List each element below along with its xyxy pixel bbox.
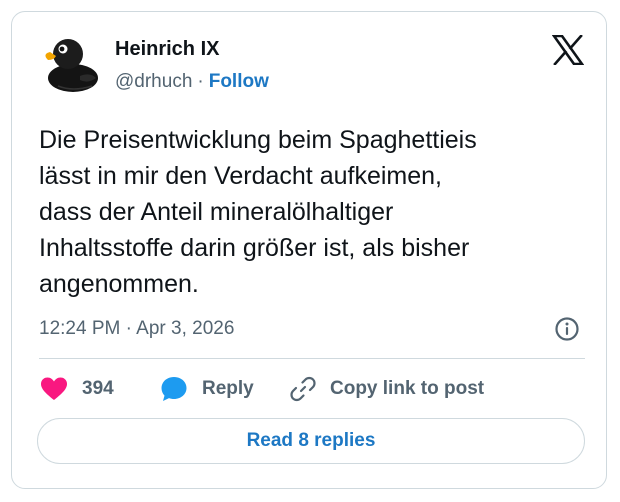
copy-link-label: Copy link to post bbox=[330, 378, 485, 399]
divider bbox=[39, 358, 585, 359]
copy-link-button[interactable]: Copy link to post bbox=[290, 374, 484, 404]
avatar[interactable] bbox=[40, 32, 102, 94]
reply-label: Reply bbox=[202, 378, 254, 399]
heart-icon bbox=[41, 377, 67, 400]
tweet-text: Die Preisentwicklung beim Spaghettieis l… bbox=[39, 126, 477, 298]
handle-separator: · bbox=[197, 71, 204, 92]
speech-bubble-icon bbox=[161, 377, 187, 401]
follow-button[interactable]: Follow bbox=[209, 71, 269, 92]
tweet-timestamp[interactable]: 12:24 PM · Apr 3, 2026 bbox=[39, 318, 234, 340]
link-icon bbox=[290, 376, 316, 402]
author-handle[interactable]: @drhuch bbox=[115, 71, 192, 92]
info-icon[interactable] bbox=[554, 316, 580, 342]
like-button[interactable]: 394 bbox=[40, 374, 114, 404]
read-replies-button[interactable]: Read 8 replies bbox=[37, 418, 585, 464]
handle-row: @drhuch · Follow bbox=[115, 71, 269, 93]
author-name[interactable]: Heinrich IX bbox=[115, 38, 219, 61]
tweet-card: Heinrich IX @drhuch · Follow Die Preisentw… bbox=[11, 11, 607, 489]
reply-button[interactable]: Reply bbox=[160, 374, 254, 404]
x-logo-icon[interactable] bbox=[552, 35, 584, 65]
rubber-duck-icon bbox=[45, 39, 98, 92]
like-count: 394 bbox=[82, 378, 114, 399]
